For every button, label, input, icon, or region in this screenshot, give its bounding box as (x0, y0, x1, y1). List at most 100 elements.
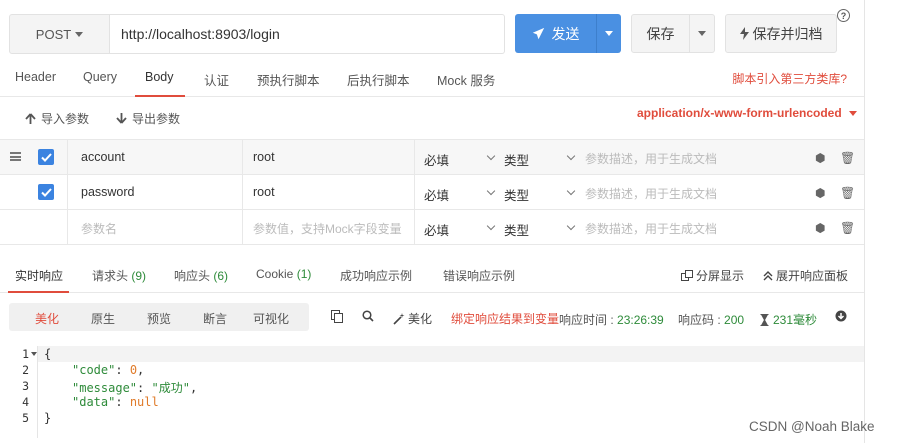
chevron-down-icon (605, 31, 613, 36)
tab-realtime-response[interactable]: 实时响应 (15, 267, 63, 284)
new-param-name-input[interactable]: 参数名 (81, 220, 117, 237)
chevron-down-icon (566, 221, 576, 231)
param-type-select[interactable]: 类型 (504, 185, 529, 204)
param-enabled-checkbox[interactable] (38, 149, 54, 165)
trash-icon[interactable]: 🗑 (840, 221, 855, 235)
bind-to-variable-link[interactable]: 绑定响应结果到变量 (451, 310, 559, 327)
check-icon (40, 187, 52, 197)
right-panel-edge (864, 0, 906, 443)
param-required-select[interactable]: 必填 (424, 185, 449, 204)
code-line: "data": null (72, 395, 159, 409)
cube-icon[interactable]: ⬢ (815, 186, 825, 200)
tab-error-example[interactable]: 错误响应示例 (443, 267, 515, 284)
import-label: 导入参数 (41, 112, 90, 126)
split-screen-icon (681, 270, 693, 281)
tab-body[interactable]: Body (145, 70, 174, 84)
beautify-button[interactable]: 美化 (393, 310, 432, 327)
chevron-down-icon (566, 151, 576, 161)
content-type-label: application/x-www-form-urlencoded (637, 106, 842, 120)
export-params-button[interactable]: 导出参数 (116, 110, 180, 127)
paper-plane-icon (532, 27, 544, 40)
code-line: "code": 0, (72, 363, 145, 377)
line-number: 2 (22, 363, 29, 377)
send-label: 发送 (551, 25, 580, 42)
tab-success-example[interactable]: 成功响应示例 (340, 267, 412, 284)
url-text: http://localhost:8903/login (121, 26, 280, 42)
tab-pre-script[interactable]: 预执行脚本 (257, 70, 320, 89)
tab-request-headers[interactable]: 请求头 (9) (92, 267, 146, 284)
param-type-select[interactable]: 类型 (504, 220, 529, 239)
param-value[interactable]: root (253, 185, 275, 199)
lightning-icon (739, 27, 749, 40)
arrow-up-icon (25, 113, 36, 124)
send-dropdown-button[interactable] (596, 14, 621, 53)
param-type-select[interactable]: 类型 (504, 150, 529, 169)
response-body-editor[interactable]: 1 2 3 4 5 { "code": 0, "message": "成功", … (0, 346, 864, 438)
chevron-down-icon (75, 31, 84, 37)
chevron-down-icon (486, 186, 496, 196)
search-icon[interactable] (362, 310, 374, 322)
save-archive-label: 保存并归档 (752, 25, 823, 42)
gutter-divider (37, 346, 38, 438)
tab-mock-service[interactable]: Mock 服务 (437, 70, 495, 89)
view-raw[interactable]: 原生 (91, 310, 115, 327)
view-beautify[interactable]: 美化 (35, 310, 59, 327)
tab-query[interactable]: Query (83, 70, 117, 84)
method-select[interactable]: POST (9, 14, 110, 54)
view-visualize[interactable]: 可视化 (253, 310, 289, 327)
import-params-button[interactable]: 导入参数 (25, 110, 89, 127)
cube-icon[interactable]: ⬢ (815, 221, 825, 235)
download-icon[interactable] (835, 310, 847, 322)
split-view-button[interactable]: 分屏显示 (681, 267, 744, 284)
trash-icon[interactable]: 🗑 (840, 151, 855, 165)
new-param-value-input[interactable]: 参数值，支持Mock字段变量 (253, 220, 402, 237)
param-required-select[interactable]: 必填 (424, 220, 449, 239)
chevron-down-icon (848, 110, 857, 116)
param-name[interactable]: account (81, 150, 125, 164)
send-button[interactable]: 发送 (515, 14, 596, 53)
chevron-down-icon (698, 31, 706, 36)
request-tabs: Header Query Body 认证 预执行脚本 后执行脚本 Mock 服务… (0, 60, 864, 97)
save-dropdown-button[interactable] (690, 14, 715, 53)
param-name[interactable]: password (81, 185, 135, 199)
copy-icon[interactable] (331, 310, 343, 323)
drag-handle-icon[interactable] (10, 152, 21, 161)
param-description[interactable]: 参数描述，用于生成文档 (585, 150, 717, 167)
hourglass-icon (760, 313, 769, 326)
view-assert[interactable]: 断言 (203, 310, 227, 327)
save-and-archive-button[interactable]: 保存并归档 (725, 14, 837, 53)
current-line-highlight (38, 346, 864, 362)
trash-icon[interactable]: 🗑 (840, 186, 855, 200)
tab-post-script[interactable]: 后执行脚本 (347, 70, 410, 89)
response-time: 响应时间 : 23:26:39 (559, 313, 664, 327)
param-description[interactable]: 参数描述，用于生成文档 (585, 185, 717, 202)
param-description[interactable]: 参数描述，用于生成文档 (585, 220, 717, 237)
view-preview[interactable]: 预览 (147, 310, 171, 327)
expand-panel-button[interactable]: 展开响应面板 (763, 267, 848, 284)
tab-cookie[interactable]: Cookie (1) (256, 267, 311, 281)
url-input[interactable]: http://localhost:8903/login (110, 14, 505, 54)
param-enabled-checkbox[interactable] (38, 184, 54, 200)
active-tab-indicator (135, 95, 185, 97)
line-number: 3 (22, 379, 29, 393)
save-button[interactable]: 保存 (631, 14, 690, 53)
table-row: password root 必填 类型 参数描述，用于生成文档 ⬢ 🗑 (0, 175, 864, 210)
line-number: 1 (22, 347, 29, 361)
search-icon (362, 310, 374, 322)
content-type-select[interactable]: application/x-www-form-urlencoded (637, 106, 857, 120)
param-value[interactable]: root (253, 150, 275, 164)
tab-auth[interactable]: 认证 (204, 70, 229, 89)
tab-header[interactable]: Header (15, 70, 56, 84)
chevron-down-icon (486, 221, 496, 231)
tab-response-headers[interactable]: 响应头 (6) (174, 267, 228, 284)
table-row-new: 参数名 参数值，支持Mock字段变量 必填 类型 参数描述，用于生成文档 ⬢ 🗑 (0, 210, 864, 245)
third-party-library-link[interactable]: 脚本引入第三方类库? (732, 70, 847, 87)
table-row: account root 必填 类型 参数描述，用于生成文档 ⬢ 🗑 (0, 140, 864, 175)
chevron-down-icon (486, 151, 496, 161)
param-required-select[interactable]: 必填 (424, 150, 449, 169)
fold-caret-icon[interactable] (31, 352, 37, 356)
response-duration: 231毫秒 (760, 311, 817, 328)
double-chevron-up-icon (763, 270, 773, 280)
help-icon[interactable]: ? (837, 9, 850, 22)
cube-icon[interactable]: ⬢ (815, 151, 825, 165)
